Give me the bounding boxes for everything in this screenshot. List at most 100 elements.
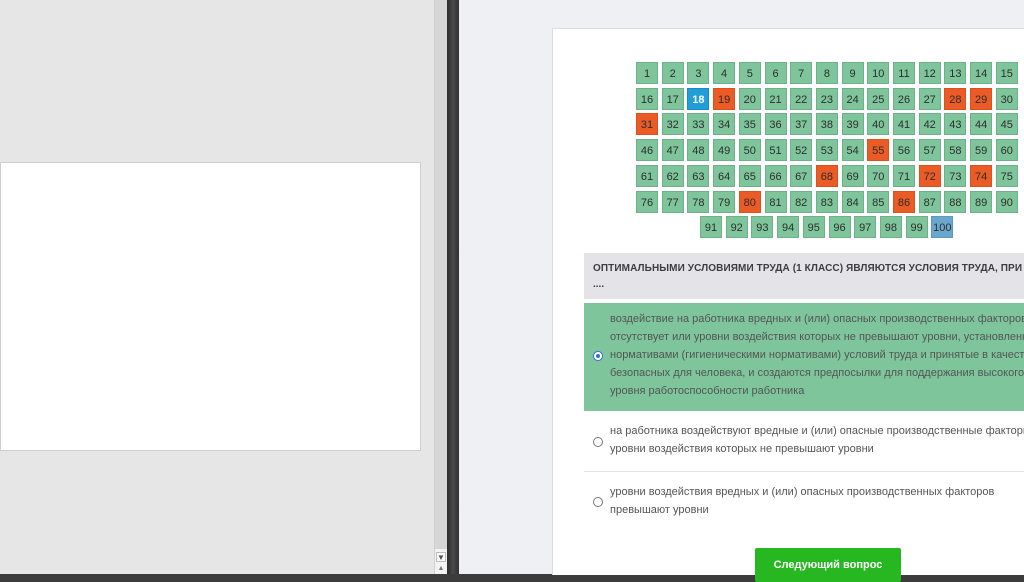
question-number-59[interactable]: 59: [970, 139, 993, 162]
answer-option[interactable]: уровни воздействия вредных и (или) опасн…: [584, 474, 1024, 532]
question-number-12[interactable]: 12: [918, 62, 941, 84]
question-number-88[interactable]: 88: [944, 190, 967, 213]
question-number-21[interactable]: 21: [764, 87, 787, 110]
scroll-down-arrow-icon[interactable]: ▼: [436, 552, 446, 562]
question-number-20[interactable]: 20: [738, 87, 761, 110]
question-number-8[interactable]: 8: [815, 62, 838, 84]
question-number-51[interactable]: 51: [764, 139, 787, 162]
question-number-71[interactable]: 71: [893, 164, 915, 187]
question-number-67[interactable]: 67: [790, 164, 813, 187]
question-number-40[interactable]: 40: [867, 113, 890, 136]
question-number-85[interactable]: 85: [867, 190, 890, 213]
question-number-84[interactable]: 84: [841, 190, 864, 213]
question-number-100[interactable]: 100: [931, 216, 954, 239]
question-number-96[interactable]: 96: [828, 216, 851, 239]
question-number-19[interactable]: 19: [713, 87, 736, 110]
question-number-66[interactable]: 66: [764, 164, 787, 187]
question-number-57[interactable]: 57: [918, 139, 941, 162]
question-number-34[interactable]: 34: [713, 113, 736, 136]
question-number-78[interactable]: 78: [687, 190, 710, 213]
question-number-25[interactable]: 25: [867, 87, 890, 110]
question-number-55[interactable]: 55: [867, 139, 890, 162]
question-number-82[interactable]: 82: [790, 190, 813, 213]
question-number-1[interactable]: 1: [636, 62, 658, 84]
question-number-83[interactable]: 83: [815, 190, 838, 213]
question-number-76[interactable]: 76: [636, 190, 658, 213]
question-number-30[interactable]: 30: [995, 87, 1018, 110]
question-number-2[interactable]: 2: [661, 62, 684, 84]
answer-option[interactable]: на работника воздействуют вредные и (или…: [584, 414, 1024, 472]
question-number-24[interactable]: 24: [841, 87, 864, 110]
question-number-14[interactable]: 14: [970, 62, 993, 84]
question-number-63[interactable]: 63: [687, 164, 710, 187]
question-number-35[interactable]: 35: [738, 113, 761, 136]
answer-option[interactable]: воздействие на работника вредных и (или)…: [584, 303, 1024, 411]
question-number-73[interactable]: 73: [944, 164, 967, 187]
question-number-18[interactable]: 18: [687, 87, 710, 110]
scrollbar-thumb[interactable]: [435, 0, 447, 549]
scroll-up-arrow-icon[interactable]: ▲: [437, 565, 445, 573]
question-number-86[interactable]: 86: [893, 190, 915, 213]
question-number-74[interactable]: 74: [970, 164, 993, 187]
question-number-10[interactable]: 10: [867, 62, 890, 84]
question-number-22[interactable]: 22: [790, 87, 813, 110]
question-number-45[interactable]: 45: [995, 113, 1018, 136]
question-number-39[interactable]: 39: [841, 113, 864, 136]
question-number-50[interactable]: 50: [738, 139, 761, 162]
question-number-61[interactable]: 61: [636, 164, 658, 187]
question-number-65[interactable]: 65: [738, 164, 761, 187]
question-number-90[interactable]: 90: [995, 190, 1018, 213]
question-number-36[interactable]: 36: [764, 113, 787, 136]
question-number-48[interactable]: 48: [687, 139, 710, 162]
question-number-17[interactable]: 17: [661, 87, 684, 110]
question-number-93[interactable]: 93: [751, 216, 774, 239]
question-number-94[interactable]: 94: [777, 216, 800, 239]
question-number-43[interactable]: 43: [944, 113, 967, 136]
question-number-41[interactable]: 41: [893, 113, 915, 136]
next-question-button[interactable]: Следующий вопрос: [755, 548, 901, 582]
question-number-27[interactable]: 27: [918, 87, 941, 110]
question-number-81[interactable]: 81: [764, 190, 787, 213]
question-number-70[interactable]: 70: [867, 164, 890, 187]
question-number-49[interactable]: 49: [713, 139, 736, 162]
question-number-28[interactable]: 28: [944, 87, 967, 110]
question-number-11[interactable]: 11: [893, 62, 915, 84]
question-number-4[interactable]: 4: [713, 62, 736, 84]
question-number-75[interactable]: 75: [995, 164, 1018, 187]
question-number-69[interactable]: 69: [841, 164, 864, 187]
question-number-38[interactable]: 38: [815, 113, 838, 136]
question-number-26[interactable]: 26: [893, 87, 915, 110]
question-number-72[interactable]: 72: [918, 164, 941, 187]
question-number-29[interactable]: 29: [970, 87, 993, 110]
question-number-87[interactable]: 87: [918, 190, 941, 213]
radio-button[interactable]: [593, 351, 603, 361]
question-number-6[interactable]: 6: [764, 62, 787, 84]
question-number-98[interactable]: 98: [879, 216, 902, 239]
question-number-77[interactable]: 77: [661, 190, 684, 213]
question-number-31[interactable]: 31: [636, 113, 658, 136]
question-number-92[interactable]: 92: [725, 216, 748, 239]
question-number-53[interactable]: 53: [815, 139, 838, 162]
question-number-64[interactable]: 64: [713, 164, 736, 187]
question-number-5[interactable]: 5: [738, 62, 761, 84]
slide-canvas[interactable]: [0, 162, 421, 451]
radio-button[interactable]: [593, 437, 603, 447]
question-number-7[interactable]: 7: [790, 62, 813, 84]
question-number-80[interactable]: 80: [738, 190, 761, 213]
question-number-91[interactable]: 91: [700, 216, 722, 239]
question-number-42[interactable]: 42: [918, 113, 941, 136]
question-number-46[interactable]: 46: [636, 139, 658, 162]
question-number-56[interactable]: 56: [893, 139, 915, 162]
question-number-15[interactable]: 15: [995, 62, 1018, 84]
question-number-3[interactable]: 3: [687, 62, 710, 84]
question-number-47[interactable]: 47: [661, 139, 684, 162]
question-number-23[interactable]: 23: [815, 87, 838, 110]
question-number-44[interactable]: 44: [970, 113, 993, 136]
question-number-16[interactable]: 16: [636, 87, 658, 110]
question-number-68[interactable]: 68: [815, 164, 838, 187]
question-number-62[interactable]: 62: [661, 164, 684, 187]
question-number-95[interactable]: 95: [802, 216, 825, 239]
question-number-58[interactable]: 58: [944, 139, 967, 162]
radio-button[interactable]: [593, 497, 603, 507]
question-number-54[interactable]: 54: [841, 139, 864, 162]
